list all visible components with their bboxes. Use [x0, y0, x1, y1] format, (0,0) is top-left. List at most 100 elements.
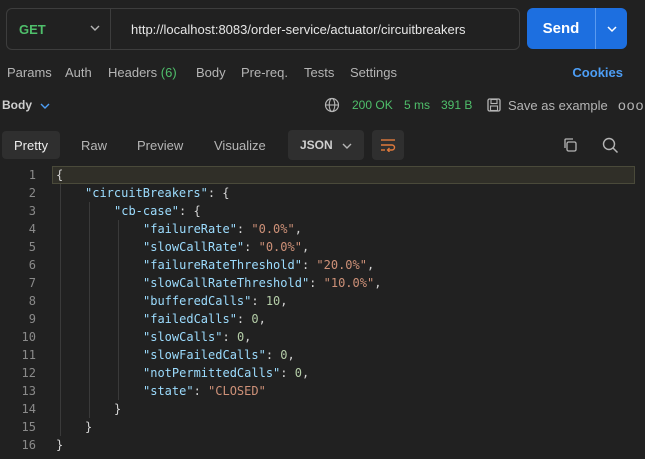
json-key: "slowCallRate" — [143, 240, 245, 254]
save-as-example-button[interactable]: Save as example — [508, 98, 608, 113]
json-punctuation: : { — [207, 186, 230, 200]
json-punctuation: } — [56, 438, 64, 452]
send-options-button[interactable] — [595, 8, 627, 49]
json-punctuation: : — [265, 348, 281, 362]
code-text: "failedCalls": 0, — [143, 310, 266, 328]
json-string: "CLOSED" — [208, 384, 266, 398]
json-key: "failureRateThreshold" — [143, 258, 302, 272]
copy-icon[interactable] — [562, 137, 578, 153]
json-punctuation: , — [280, 294, 288, 308]
send-button[interactable]: Send — [527, 8, 595, 49]
tab-prereq[interactable]: Pre-req. — [241, 65, 288, 80]
response-view-toolbar: Pretty Raw Preview Visualize JSON — [0, 128, 645, 162]
code-text: "notPermittedCalls": 0, — [143, 364, 309, 382]
search-icon[interactable] — [602, 137, 619, 154]
json-punctuation: : — [309, 276, 324, 290]
json-punctuation: { — [56, 168, 64, 182]
json-punctuation: , — [374, 276, 382, 290]
code-text: "slowCalls": 0, — [143, 328, 251, 346]
code-text: "slowCallRate": "0.0%", — [143, 238, 309, 256]
line-number: 3 — [28, 204, 36, 218]
cookies-link[interactable]: Cookies — [572, 65, 623, 80]
json-punctuation: , — [301, 366, 310, 380]
response-body-select[interactable]: Body — [2, 98, 32, 112]
code-text: "failureRate": "0.0%", — [143, 220, 302, 238]
json-punctuation: : — [193, 384, 209, 398]
chevron-down-icon[interactable] — [40, 101, 50, 111]
tab-body[interactable]: Body — [196, 65, 226, 80]
tab-preview[interactable]: Preview — [125, 131, 195, 159]
json-number: 0 — [251, 312, 259, 326]
api-client-window: GET http://localhost:8083/order-service/… — [0, 0, 645, 459]
code-text: } — [56, 436, 63, 454]
json-punctuation: : — [280, 366, 295, 380]
save-icon[interactable] — [486, 97, 502, 113]
json-string: "20.0%" — [316, 258, 367, 272]
code-text: "slowCallRateThreshold": "10.0%", — [143, 274, 381, 292]
json-punctuation: , — [366, 258, 375, 272]
tab-tests[interactable]: Tests — [304, 65, 334, 80]
json-punctuation: } — [85, 420, 93, 434]
line-number: 4 — [28, 222, 36, 236]
line-number: 15 — [21, 420, 36, 434]
json-punctuation: : — [222, 330, 237, 344]
json-key: "slowCallRateThreshold" — [143, 276, 310, 290]
code-line: 13 "state": "CLOSED" — [0, 382, 645, 400]
line-number: 14 — [21, 402, 36, 416]
line-number: 2 — [28, 186, 36, 200]
response-body-viewer[interactable]: 1{2 "circuitBreakers": {3 "cb-case": {4 "fa… — [0, 165, 645, 459]
method-select[interactable]: GET — [7, 9, 111, 49]
line-number: 1 — [28, 168, 36, 182]
indent-guide — [60, 184, 61, 436]
json-punctuation: : { — [179, 204, 201, 218]
tab-pretty[interactable]: Pretty — [2, 131, 60, 159]
line-number: 5 — [28, 240, 36, 254]
code-line: 7 "slowCallRateThreshold": "10.0%", — [0, 274, 645, 292]
json-string: "0.0%" — [258, 240, 302, 254]
line-number: 7 — [28, 276, 36, 290]
code-text: } — [85, 418, 92, 436]
response-time[interactable]: 5 ms — [404, 98, 430, 112]
tab-auth[interactable]: Auth — [65, 65, 92, 80]
method-label: GET — [19, 21, 46, 37]
json-string: "10.0%" — [323, 276, 375, 290]
code-line: 6 "failureRateThreshold": "20.0%", — [0, 256, 645, 274]
status-code[interactable]: 200 OK — [352, 98, 393, 112]
json-punctuation: , — [301, 240, 310, 254]
tab-settings[interactable]: Settings — [350, 65, 397, 80]
line-number: 6 — [28, 258, 36, 272]
indent-guide — [118, 220, 119, 400]
line-number: 10 — [21, 330, 36, 344]
line-number: 16 — [21, 438, 36, 452]
line-number: 8 — [28, 294, 36, 308]
line-number: 11 — [21, 348, 36, 362]
json-key: "slowCalls" — [143, 330, 223, 344]
globe-icon[interactable] — [324, 97, 340, 113]
tab-headers[interactable]: Headers (6) — [108, 65, 177, 80]
code-line: 1{ — [0, 166, 645, 184]
json-punctuation: , — [294, 222, 302, 236]
more-options-icon[interactable]: ooo — [618, 97, 644, 113]
code-line: 12 "notPermittedCalls": 0, — [0, 364, 645, 382]
json-key: "cb-case" — [114, 204, 180, 218]
json-punctuation: : — [236, 312, 252, 326]
json-punctuation: : — [251, 294, 266, 308]
json-punctuation: , — [244, 330, 252, 344]
json-key: "failedCalls" — [143, 312, 237, 326]
json-number: 0 — [280, 348, 288, 362]
line-number: 12 — [21, 366, 36, 380]
code-line: 16} — [0, 436, 645, 454]
tab-raw[interactable]: Raw — [69, 131, 119, 159]
format-label: JSON — [300, 138, 333, 152]
format-select[interactable]: JSON — [288, 130, 364, 160]
code-text: "circuitBreakers": { — [85, 184, 230, 202]
url-input[interactable]: http://localhost:8083/order-service/actu… — [131, 9, 466, 49]
response-size[interactable]: 391 B — [441, 98, 472, 112]
code-text: { — [56, 166, 63, 184]
tab-visualize[interactable]: Visualize — [202, 131, 278, 159]
wrap-lines-button[interactable] — [372, 130, 404, 160]
code-text: "slowFailedCalls": 0, — [143, 346, 295, 364]
code-text: "bufferedCalls": 10, — [143, 292, 288, 310]
code-line: 14} — [0, 400, 645, 418]
tab-params[interactable]: Params — [7, 65, 52, 80]
